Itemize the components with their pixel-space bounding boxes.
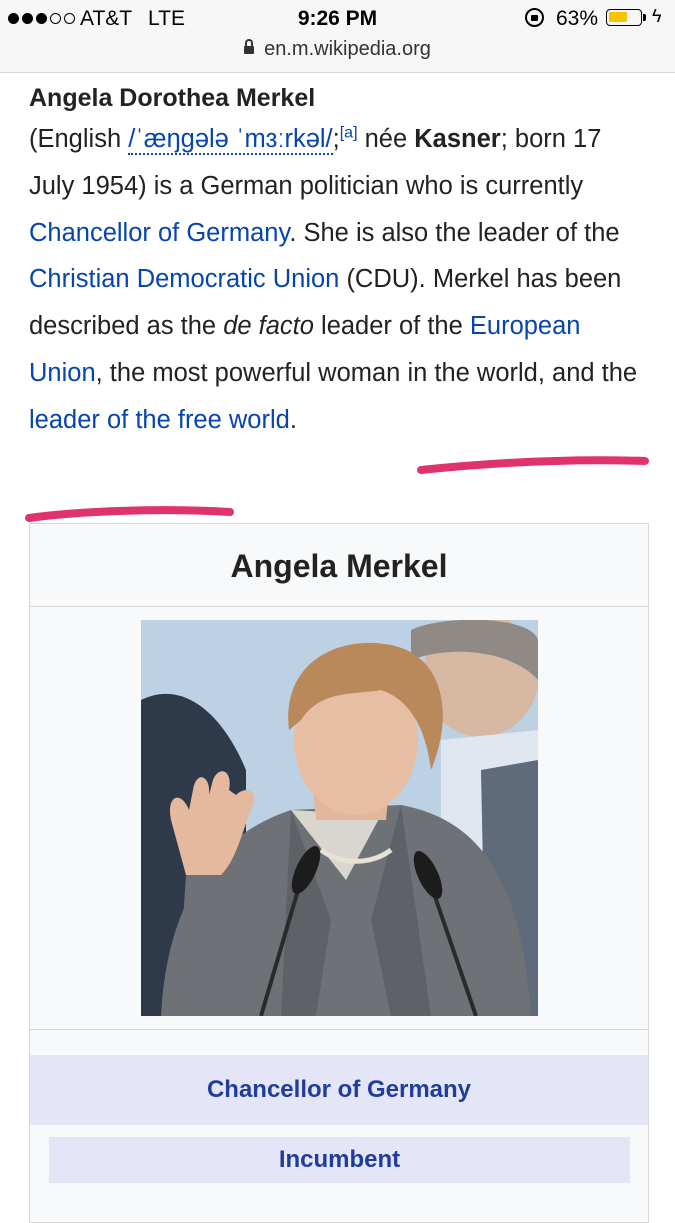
birth-name: Kasner — [414, 125, 501, 153]
padlock-icon — [244, 39, 255, 54]
lead-text: . — [289, 405, 297, 434]
cdu-link[interactable]: Christian Democratic Union — [29, 265, 339, 293]
orientation-lock-icon — [525, 8, 544, 27]
address-bar[interactable]: en.m.wikipedia.org — [0, 38, 675, 64]
lead-text: , the most powerful woman in the world, … — [95, 358, 638, 387]
article-lead: Angela Dorothea Merkel (English /ˈæŋɡələ… — [29, 80, 649, 444]
marker-underline — [25, 506, 234, 522]
lead-text: ; — [332, 125, 340, 153]
leader-of-free-world-link[interactable]: leader of the free world — [29, 406, 290, 434]
lead-paragraph: (English /ˈæŋɡələ ˈmɜːrkəl/;[a] née Kasn… — [29, 116, 649, 444]
lead-text: leader of the — [313, 312, 470, 341]
infobox: Angela Merkel Chancellor of Germany Incu… — [29, 523, 649, 1223]
marker-underline — [417, 456, 649, 474]
infobox-divider — [30, 1029, 648, 1030]
office-link[interactable]: Chancellor of Germany — [207, 1076, 471, 1103]
browser-chrome: AT&T LTE 9:26 PM 63% ϟ en.m.wikipedia.or… — [0, 0, 675, 73]
battery-tip — [643, 14, 646, 21]
portrait-photo[interactable] — [141, 620, 538, 1016]
lead-text: . She is also the leader of the — [289, 218, 620, 247]
footnote-ref-link[interactable]: [a] — [340, 125, 358, 142]
ipa-pronunciation-link[interactable]: /ˈæŋɡələ ˈmɜːrkəl/ — [128, 125, 333, 155]
battery-icon — [606, 9, 642, 26]
status-bar: AT&T LTE 9:26 PM 63% ϟ — [0, 6, 675, 32]
chancellor-link[interactable]: Chancellor of Germany — [29, 219, 289, 247]
infobox-status: Incumbent — [49, 1137, 630, 1183]
article-subject-name: Angela Dorothea Merkel — [29, 84, 316, 112]
url-text[interactable]: en.m.wikipedia.org — [264, 38, 431, 60]
lead-text: (English — [29, 125, 129, 153]
battery-percent: 63% — [556, 7, 599, 30]
battery-level — [609, 12, 627, 22]
lead-text: née — [357, 125, 415, 153]
infobox-title: Angela Merkel — [30, 524, 648, 607]
de-facto-text: de facto — [223, 312, 314, 341]
charging-bolt-icon: ϟ — [652, 6, 662, 26]
infobox-office-header[interactable]: Chancellor of Germany — [30, 1055, 648, 1125]
